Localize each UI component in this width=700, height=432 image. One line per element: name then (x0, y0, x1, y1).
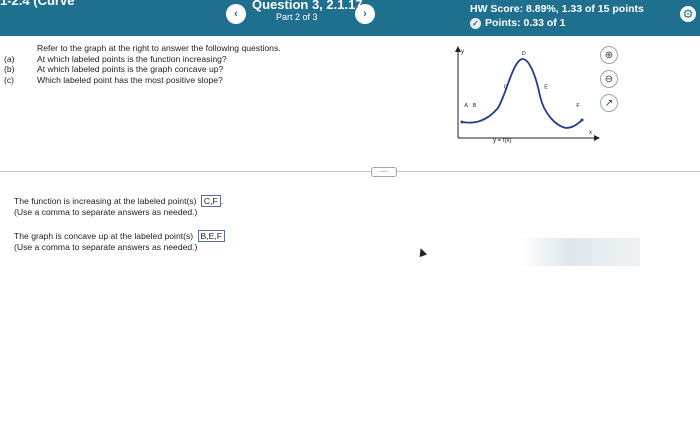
point-label-e: E (544, 84, 548, 90)
function-label: y = f(x) (493, 138, 512, 144)
answer-b-hint: (Use a comma to separate answers as need… (14, 242, 198, 252)
answer-part-a: The function is increasing at the labele… (14, 195, 224, 217)
points-text: Points: 0.33 of 1 (485, 17, 566, 29)
answer-b-input[interactable]: B,E,F (197, 230, 226, 242)
question-part: Part 2 of 3 (276, 12, 318, 22)
section-title: 1-2.4 (Curve (0, 0, 75, 8)
question-intro: Refer to the graph at the right to answe… (37, 43, 281, 53)
open-new-window-icon[interactable]: ↗ (600, 94, 618, 112)
function-graph: y x y = f(x) A B C D E F (455, 46, 600, 144)
x-axis-arrow-icon (594, 135, 600, 141)
expand-more-button[interactable]: ..... (371, 167, 397, 177)
faded-overlay (520, 238, 640, 266)
curve-endpoint (580, 118, 584, 122)
point-label-c: C (504, 84, 508, 90)
top-bar: 1-2.4 (Curve ‹ Question 3, 2.1.17 Part 2… (0, 0, 700, 36)
question-item-a: (a) At which labeled points is the funct… (4, 53, 227, 64)
answer-a-hint: (Use a comma to separate answers as need… (14, 207, 198, 217)
zoom-in-icon[interactable]: ⊕ (600, 46, 618, 64)
point-label-a: A (464, 103, 468, 109)
zoom-out-icon[interactable]: ⊖ (600, 70, 618, 88)
curve-endpoint (460, 120, 464, 124)
question-title: Question 3, 2.1.17 (252, 0, 363, 12)
previous-question-button[interactable]: ‹ (226, 4, 246, 24)
function-curve (461, 58, 583, 129)
point-label-d: D (522, 51, 526, 57)
partial-check-icon: ✓ (470, 17, 481, 29)
mouse-cursor-icon (416, 246, 428, 258)
next-question-button[interactable]: › (355, 4, 375, 24)
answer-a-prompt: The function is increasing at the labele… (14, 196, 197, 206)
hw-score: HW Score: 8.89%, 1.33 of 15 points (470, 3, 644, 15)
y-axis-label: y (461, 49, 464, 55)
question-text: Refer to the graph at the right to answe… (4, 43, 281, 85)
point-label-f: F (576, 103, 580, 109)
graph-tools: ⊕ ⊖ ↗ (600, 46, 618, 118)
x-axis-label: x (589, 130, 592, 136)
section-divider (0, 171, 700, 172)
answer-a-input[interactable]: C,F (200, 195, 221, 207)
answer-part-b: The graph is concave up at the labeled p… (14, 230, 226, 253)
settings-gear-icon[interactable]: ⚙ (680, 6, 696, 22)
point-label-b: B (473, 103, 477, 109)
points-status: ✓ Points: 0.33 of 1 (470, 17, 566, 29)
question-item-c: (c) Which labeled point has the most pos… (4, 74, 223, 85)
answer-b-prompt: The graph is concave up at the labeled p… (14, 231, 194, 241)
question-item-b: (b) At which labeled points is the graph… (4, 64, 224, 74)
